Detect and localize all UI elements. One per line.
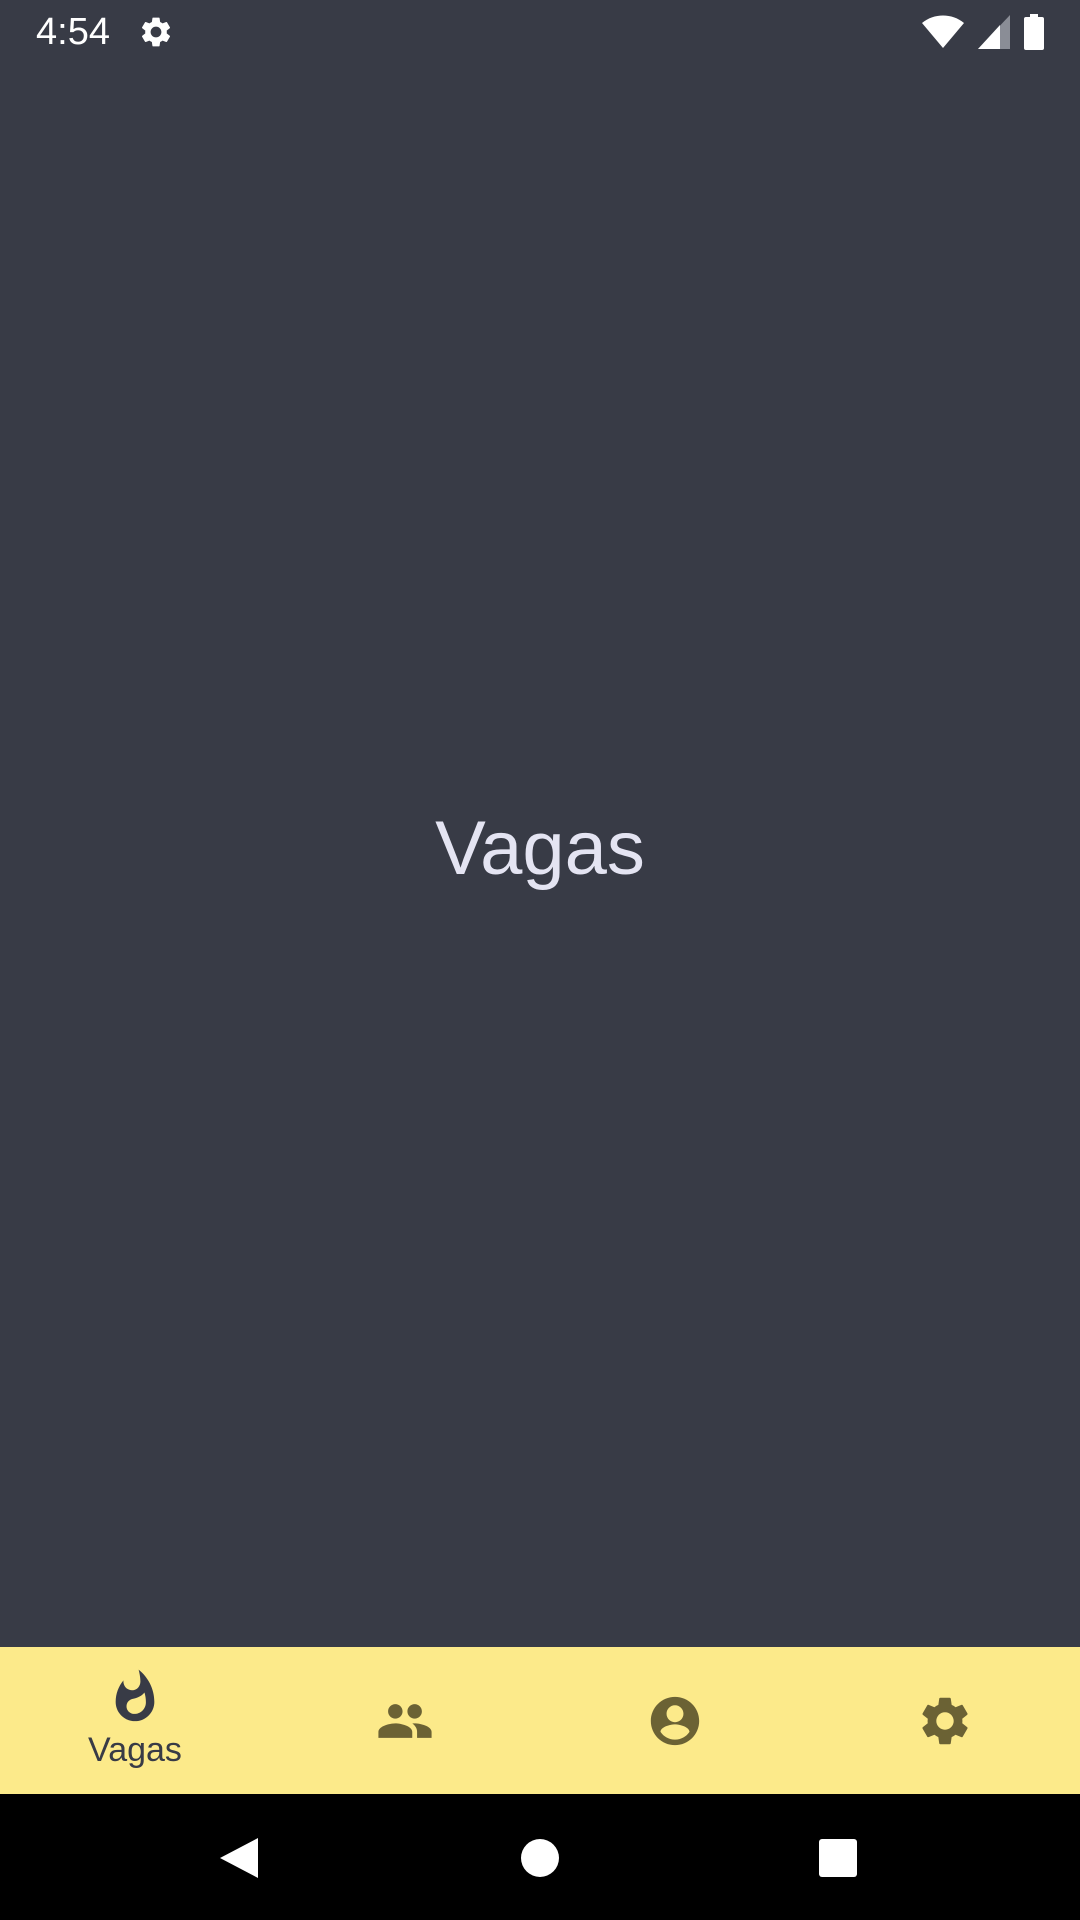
bottom-navigation: Vagas xyxy=(0,1647,1080,1794)
settings-icon xyxy=(922,1697,968,1744)
gear-icon xyxy=(141,17,171,47)
main-content: Vagas xyxy=(0,64,1080,1647)
wifi-icon xyxy=(922,15,964,48)
nav-item-vagas[interactable]: Vagas xyxy=(0,1647,270,1794)
system-navigation-bar xyxy=(0,1794,1080,1920)
home-icon[interactable] xyxy=(519,1837,561,1879)
nav-item-settings[interactable] xyxy=(810,1647,1080,1794)
people-icon xyxy=(378,1703,432,1738)
flame-icon xyxy=(115,1669,155,1721)
nav-item-people[interactable] xyxy=(270,1647,540,1794)
status-bar: 4:54 xyxy=(0,0,1080,64)
page-title: Vagas xyxy=(435,805,645,891)
app-screen: 4:54 Vagas Vagas xyxy=(0,0,1080,1920)
back-icon[interactable] xyxy=(218,1837,260,1879)
signal-icon xyxy=(978,15,1010,49)
status-icons xyxy=(922,14,1044,50)
account-circle-icon xyxy=(650,1696,700,1745)
status-time: 4:54 xyxy=(36,11,110,53)
battery-icon xyxy=(1024,14,1044,50)
nav-label-vagas: Vagas xyxy=(88,1730,182,1769)
nav-item-profile[interactable] xyxy=(540,1647,810,1794)
recents-icon[interactable] xyxy=(817,1837,859,1879)
